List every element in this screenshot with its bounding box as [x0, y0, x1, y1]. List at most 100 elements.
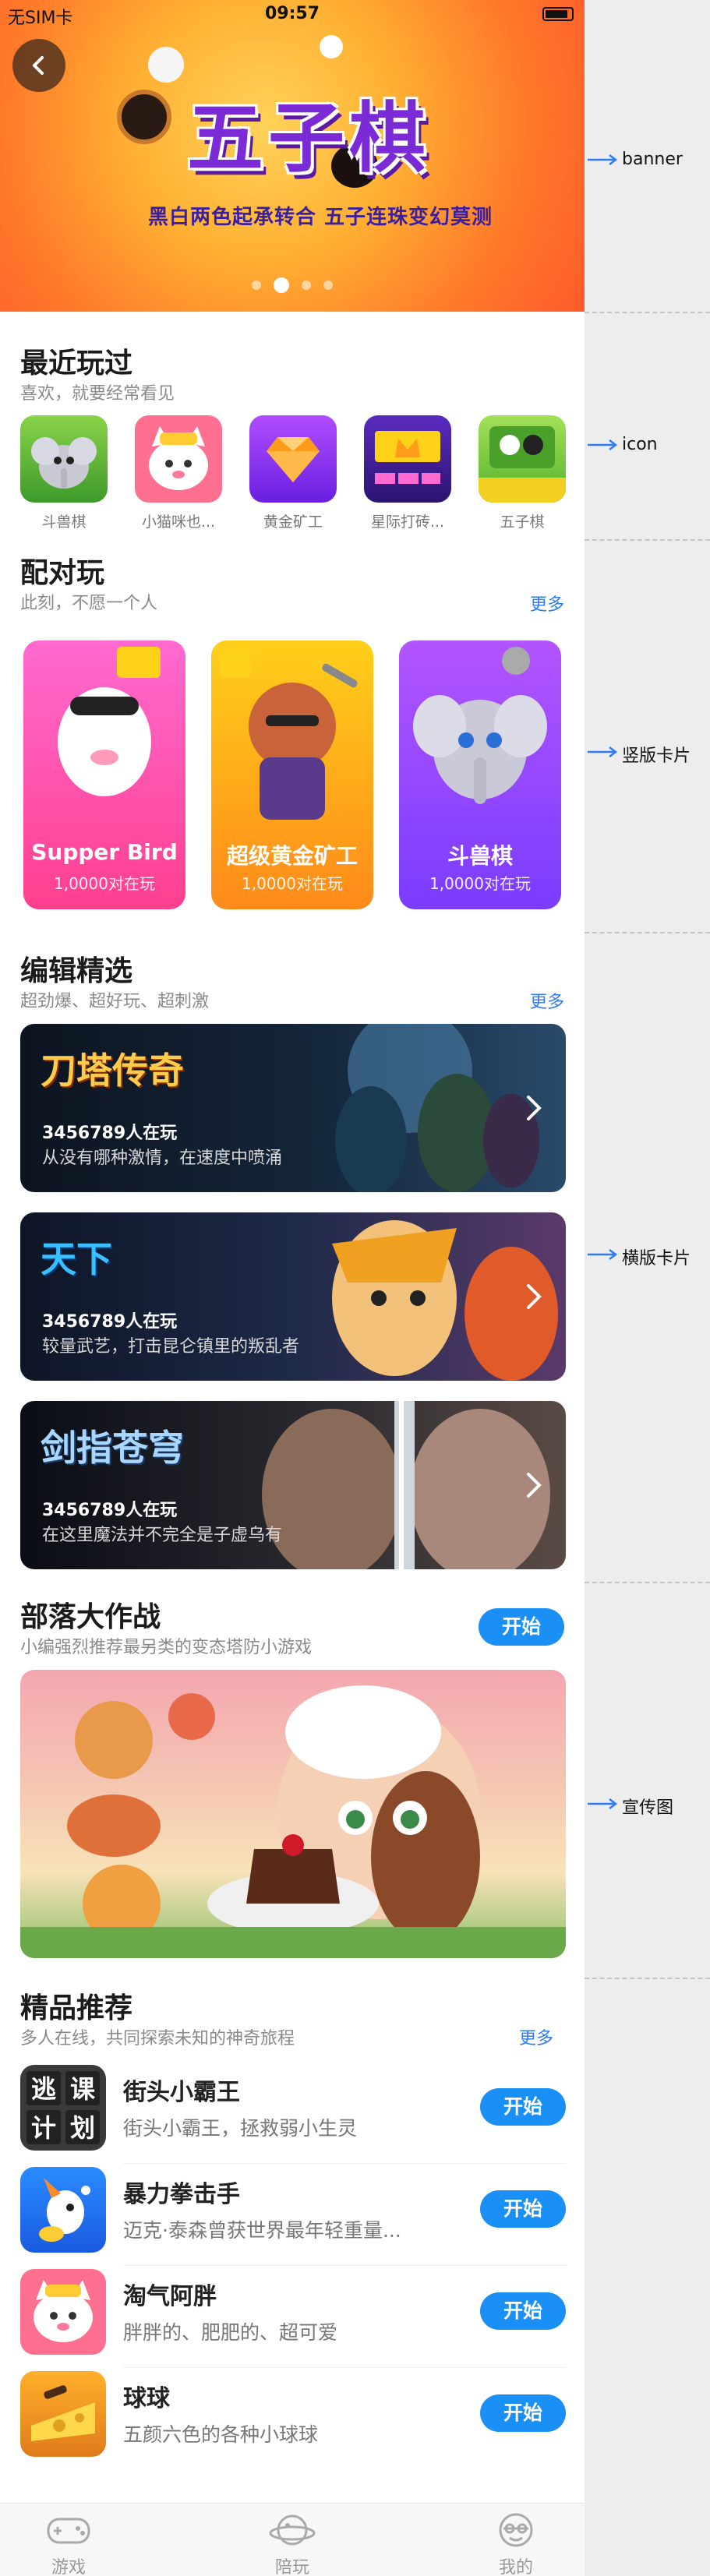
- banner[interactable]: 无SIM卡 09:57 五子棋 黑白两色起承转合 五子连珠变幻莫测: [0, 0, 585, 312]
- list-item[interactable]: 暴力拳击手 迈克·泰森曾获世界最年轻重量... 开始: [20, 2167, 566, 2268]
- players-count: 3456789人在玩: [42, 1124, 178, 1143]
- bird-illustration: [58, 647, 161, 796]
- elephant-icon[interactable]: [20, 415, 108, 503]
- annotation-label: 横版卡片: [622, 1249, 691, 1269]
- icon-label: 星际打砖...: [370, 513, 445, 531]
- arrow-right-icon: [588, 1798, 618, 1809]
- list-item-desc: 胖胖的、肥肥的、超可爱: [123, 2321, 338, 2344]
- horizontal-card[interactable]: 天下 3456789人在玩 较量武艺，打击昆仑镇里的叛乱者: [20, 1212, 566, 1381]
- arrow-right-icon: [588, 746, 618, 757]
- page-dot[interactable]: [302, 281, 311, 290]
- section-divider: [585, 932, 710, 933]
- tianxia-artwork: [332, 1220, 558, 1381]
- page-dot[interactable]: [252, 281, 261, 290]
- vertical-card-players: 1,0000对在玩: [242, 874, 343, 893]
- section-title-featured: 精品推荐: [20, 1992, 133, 2024]
- white-stone: [148, 47, 184, 83]
- icon-label: 黄金矿工: [263, 513, 323, 531]
- gobang-icon[interactable]: [479, 415, 566, 503]
- phone-screen: 无SIM卡 09:57 五子棋 黑白两色起承转合 五子连珠变幻莫测 最近玩过 喜…: [0, 0, 585, 2576]
- cat-icon[interactable]: [135, 415, 222, 503]
- elephant-illustration: [413, 647, 547, 804]
- vertical-card-title: 超级黄金矿工: [226, 843, 358, 869]
- chevron-right-icon: [527, 1284, 542, 1309]
- section-divider: [585, 1582, 710, 1583]
- icon-char: 计: [31, 2113, 56, 2143]
- promo-image[interactable]: [20, 1670, 566, 1958]
- section-subtitle-tribe: 小编强烈推荐最另类的变态塔防小游戏: [20, 1638, 313, 1657]
- section-subtitle-recent: 喜欢，就要经常看见: [20, 384, 175, 404]
- list-item[interactable]: 球球 五颜六色的各种小球球 开始: [20, 2371, 566, 2472]
- arrow-right-icon: [588, 1249, 618, 1260]
- section-subtitle-featured: 多人在线，共同探索未知的神奇旅程: [20, 2029, 295, 2048]
- section-title-tribe: 部落大作战: [20, 1601, 161, 1633]
- section-title-editor: 编辑精选: [20, 955, 133, 987]
- rocket-fox-icon: [20, 2167, 106, 2253]
- divider: [123, 2163, 566, 2164]
- more-link-featured[interactable]: 更多: [519, 2024, 553, 2049]
- cheese-ball-icon: [20, 2371, 106, 2457]
- banner-pagination: [0, 277, 585, 293]
- vertical-card[interactable]: Supper Bird 1,0000对在玩: [23, 640, 185, 909]
- annotation-column: banner icon 竖版卡片 横版卡片 宣传图: [585, 0, 710, 2576]
- tab-profile[interactable]: 我的: [469, 2510, 563, 2576]
- vertical-card-title: 斗兽棋: [447, 843, 513, 869]
- section-divider: [585, 539, 710, 541]
- players-count: 3456789人在玩: [42, 1312, 178, 1332]
- vertical-card[interactable]: 超级黄金矿工 1,0000对在玩: [211, 640, 373, 909]
- back-button[interactable]: [12, 39, 65, 92]
- tab-label: 我的: [498, 2558, 533, 2576]
- status-time: 09:57: [264, 4, 320, 23]
- annotation-label: icon: [622, 435, 658, 454]
- game-logo: 刀塔传奇: [41, 1050, 184, 1092]
- annotation-icon: icon: [585, 433, 710, 457]
- banner-title: 五子棋: [187, 94, 431, 183]
- arrow-right-icon: [588, 439, 618, 450]
- vertical-card[interactable]: 斗兽棋 1,0000对在玩: [399, 640, 561, 909]
- start-button[interactable]: 开始: [480, 2088, 566, 2126]
- list-item-desc: 迈克·泰森曾获世界最年轻重量...: [123, 2219, 401, 2242]
- players-count: 3456789人在玩: [42, 1501, 178, 1520]
- banner-subtitle: 黑白两色起承转合 五子连珠变幻莫测: [148, 206, 493, 229]
- gamepad-icon: [47, 2518, 90, 2544]
- gem-icon[interactable]: [249, 415, 337, 503]
- horizontal-card[interactable]: 剑指苍穹 3456789人在玩 在这里魔法并不完全是子虚乌有: [20, 1401, 566, 1569]
- escape-plan-icon: 逃 课 计 划: [20, 2065, 106, 2151]
- page-dot-active[interactable]: [274, 277, 289, 293]
- start-button[interactable]: 开始: [480, 2394, 566, 2432]
- start-button[interactable]: 开始: [479, 1608, 564, 1646]
- annotation-label: 宣传图: [622, 1798, 674, 1818]
- list-item[interactable]: 淘气阿胖 胖胖的、肥肥的、超可爱 开始: [20, 2269, 566, 2370]
- icon-label: 斗兽棋: [41, 513, 87, 531]
- game-description: 从没有哪种激情，在速度中喷涌: [42, 1149, 283, 1168]
- icon-char: 逃: [31, 2074, 56, 2104]
- divider: [123, 2367, 566, 2368]
- annotation-banner: banner: [585, 148, 710, 171]
- tab-bar: 游戏 陪玩 我的: [0, 2503, 585, 2576]
- horizontal-card[interactable]: 刀塔传奇 3456789人在玩 从没有哪种激情，在速度中喷涌: [20, 1024, 566, 1192]
- section-subtitle-pair: 此刻，不愿一个人: [20, 594, 158, 613]
- tab-games[interactable]: 游戏: [22, 2510, 115, 2576]
- page-dot[interactable]: [323, 281, 333, 290]
- tab-label: 陪玩: [274, 2558, 309, 2576]
- chevron-right-icon: [527, 1096, 542, 1120]
- arrow-right-icon: [588, 154, 618, 165]
- game-logo: 天下: [41, 1238, 112, 1280]
- more-link-pair[interactable]: 更多: [530, 591, 564, 616]
- section-divider: [585, 312, 710, 313]
- section-title-recent: 最近玩过: [20, 348, 133, 379]
- section-title-pair: 配对玩: [20, 557, 105, 589]
- game-logo: 剑指苍穹: [41, 1427, 184, 1469]
- more-link-editor[interactable]: 更多: [530, 988, 564, 1013]
- chef-artwork: [20, 1685, 566, 1958]
- status-bar: 无SIM卡 09:57: [0, 0, 585, 28]
- crown-brick-icon[interactable]: [364, 415, 451, 503]
- start-button[interactable]: 开始: [480, 2292, 566, 2330]
- tab-companion[interactable]: 陪玩: [245, 2510, 339, 2576]
- miner-illustration: [219, 650, 358, 820]
- list-item[interactable]: 逃 课 计 划 街头小霸王 街头小霸王，拯救弱小生灵 开始: [20, 2065, 566, 2166]
- start-button[interactable]: 开始: [480, 2190, 566, 2228]
- cat-icon: [20, 2269, 106, 2355]
- list-item-desc: 五颜六色的各种小球球: [123, 2423, 319, 2446]
- annotation-promo: 宣传图: [585, 1792, 710, 1818]
